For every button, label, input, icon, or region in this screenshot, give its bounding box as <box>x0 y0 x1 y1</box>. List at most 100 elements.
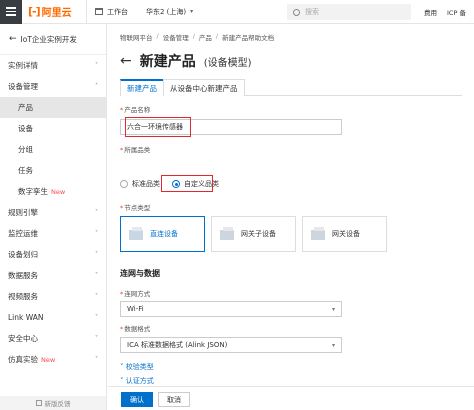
back-arrow-icon: ← <box>9 34 17 44</box>
product-name-label: *产品名称 <box>120 106 151 114</box>
chevron-down-icon: ▾ <box>331 305 335 313</box>
aliyun-logo[interactable]: [-] 阿里云 <box>28 4 86 19</box>
sidebar-item-label: 监控运维 <box>8 229 38 238</box>
verify-type-link[interactable]: ˅ 校验类型 <box>120 362 154 372</box>
aliyun-logo-icon: [-] <box>28 5 41 18</box>
logo-text: 阿里云 <box>41 8 72 19</box>
highlight-box <box>125 117 191 137</box>
page-title: ← 新建产品 (设备模型) <box>120 51 252 71</box>
sidebar-item[interactable]: 实例详情 ˅ <box>0 55 106 76</box>
chevron-down-icon: ▾ <box>190 8 194 15</box>
sidebar-item-label: 实例详情 <box>8 61 38 70</box>
sidebar-item[interactable]: Link WAN ˅ <box>0 307 106 328</box>
breadcrumb-item[interactable]: 产品 <box>199 32 212 42</box>
node-type-label: *节点类型 <box>120 204 151 212</box>
radio-standard-label[interactable]: 标准品类 <box>132 179 160 189</box>
breadcrumb-item[interactable]: 设备管理 <box>163 32 189 42</box>
top-right-links: 费用 ICP 备 <box>424 7 466 17</box>
sidebar-item[interactable]: 设备管理 ˄ <box>0 76 106 97</box>
sidebar-item[interactable]: 监控运维 ˅ <box>0 223 106 244</box>
sidebar-item[interactable]: 任务 <box>0 160 106 181</box>
main-content: 物联网平台 / 设备管理 / 产品 / 新建产品帮助文档 ← 新建产品 (设备模… <box>108 24 474 410</box>
chevron-down-icon: ˅ <box>95 62 98 69</box>
network-select[interactable]: Wi-Fi ▾ <box>120 301 342 317</box>
radio-standard[interactable] <box>120 180 128 188</box>
top-bar: [-] 阿里云 工作台 华东2 (上海) ▾ 搜索 费用 ICP 备 <box>0 0 474 24</box>
sidebar-item-label: 产品 <box>18 103 33 112</box>
sidebar-item[interactable]: 数据服务 ˅ <box>0 265 106 286</box>
sidebar-item-label: 规则引擎 <box>8 208 38 217</box>
sidebar-item[interactable]: 设备 <box>0 118 106 139</box>
network-label: *连网方式 <box>120 290 151 298</box>
sidebar-title: IoT企业实例开发 <box>20 34 77 44</box>
chevron-down-icon: ˅ <box>95 230 98 237</box>
menu-icon[interactable] <box>0 0 22 24</box>
region-selector[interactable]: 华东2 (上海) ▾ <box>136 7 203 17</box>
workbench-link[interactable]: 工作台 <box>86 0 136 24</box>
confirm-button[interactable]: 确认 <box>121 392 153 407</box>
node-card-label: 网关子设备 <box>241 230 276 238</box>
sidebar-item-label: 数据服务 <box>8 271 38 280</box>
sidebar-item-label: 设备 <box>18 124 33 133</box>
new-badge: New <box>41 355 56 364</box>
sidebar-item[interactable]: 产品 <box>0 97 106 118</box>
sidebar-item[interactable]: 数字孪生 New <box>0 181 106 202</box>
form-footer: 确认 取消 <box>108 386 474 410</box>
chevron-up-icon: ˄ <box>95 83 98 90</box>
region-label: 华东2 (上海) <box>146 7 187 16</box>
tab-new-product[interactable]: 新建产品 <box>120 79 164 96</box>
sidebar-item[interactable]: 仿真实验 New ˅ <box>0 349 106 370</box>
chevron-down-icon: ˅ <box>95 314 98 321</box>
sidebar-item-label: Link WAN <box>8 313 44 322</box>
feedback-button[interactable]: 新版反馈 <box>0 396 106 410</box>
sidebar-item[interactable]: 分组 <box>0 139 106 160</box>
icp-link[interactable]: ICP 备 <box>447 7 466 17</box>
search-placeholder: 搜索 <box>305 8 319 16</box>
search-icon <box>293 8 300 16</box>
sidebar-item[interactable]: 规则引擎 ˅ <box>0 202 106 223</box>
sidebar-item[interactable]: 设备划归 ˅ <box>0 244 106 265</box>
cancel-button[interactable]: 取消 <box>158 392 190 407</box>
feedback-label: 新版反馈 <box>44 400 71 408</box>
data-format-select[interactable]: ICA 标准数据格式 (Alink JSON) ▾ <box>120 337 342 353</box>
node-card-gateway-sub[interactable]: 网关子设备 <box>211 216 296 252</box>
tab-from-device-center[interactable]: 从设备中心新建产品 <box>163 79 245 96</box>
sidebar-item[interactable]: 安全中心 ˅ <box>0 328 106 349</box>
sidebar-item-label: 数字孪生 <box>18 187 48 196</box>
sidebar-item-label: 分组 <box>18 145 33 154</box>
network-section-title: 连网与数据 <box>120 269 160 278</box>
gateway-sub-device-icon <box>218 226 236 242</box>
breadcrumb-item[interactable]: 新建产品帮助文档 <box>222 32 274 42</box>
data-format-label: *数据格式 <box>120 325 151 333</box>
auth-method-link[interactable]: ˅ 认证方式 <box>120 376 154 386</box>
node-card-direct[interactable]: 直连设备 <box>120 216 205 252</box>
sidebar: ← IoT企业实例开发 实例详情 ˅ 设备管理 ˄ 产品 设备 分组 任务 数字孪生 New 规则引… <box>0 24 107 410</box>
chevron-down-icon: ˅ <box>95 251 98 258</box>
data-format-value: ICA 标准数据格式 (Alink JSON) <box>127 341 228 349</box>
node-card-label: 直连设备 <box>150 230 178 238</box>
device-cube-icon <box>127 226 145 242</box>
sidebar-item-label: 安全中心 <box>8 334 38 343</box>
chevron-down-icon: ˅ <box>95 209 98 216</box>
sidebar-back[interactable]: ← IoT企业实例开发 <box>0 24 106 55</box>
back-arrow-icon[interactable]: ← <box>120 53 132 69</box>
category-label: *所属品类 <box>120 146 151 154</box>
new-badge: New <box>51 187 66 196</box>
sidebar-item-label: 设备划归 <box>8 250 38 259</box>
sidebar-item[interactable]: 视频服务 ˅ <box>0 286 106 307</box>
home-icon <box>95 8 103 15</box>
chevron-down-icon: ▾ <box>331 341 335 349</box>
network-value: Wi-Fi <box>127 305 144 313</box>
workbench-label: 工作台 <box>107 7 128 16</box>
node-card-gateway[interactable]: 网关设备 <box>302 216 387 252</box>
page-subtitle: (设备模型) <box>203 57 252 69</box>
search-input[interactable]: 搜索 <box>287 4 411 20</box>
sidebar-item-label: 视频服务 <box>8 292 38 301</box>
feedback-icon <box>35 400 42 406</box>
billing-link[interactable]: 费用 <box>424 7 437 17</box>
chevron-down-icon: ˅ <box>95 356 98 363</box>
tab-bar: 新建产品 从设备中心新建产品 <box>120 79 462 96</box>
chevron-down-icon: ˅ <box>95 272 98 279</box>
breadcrumb-item[interactable]: 物联网平台 <box>120 32 153 42</box>
node-type-cards: 直连设备 网关子设备 网关设备 <box>120 216 387 252</box>
